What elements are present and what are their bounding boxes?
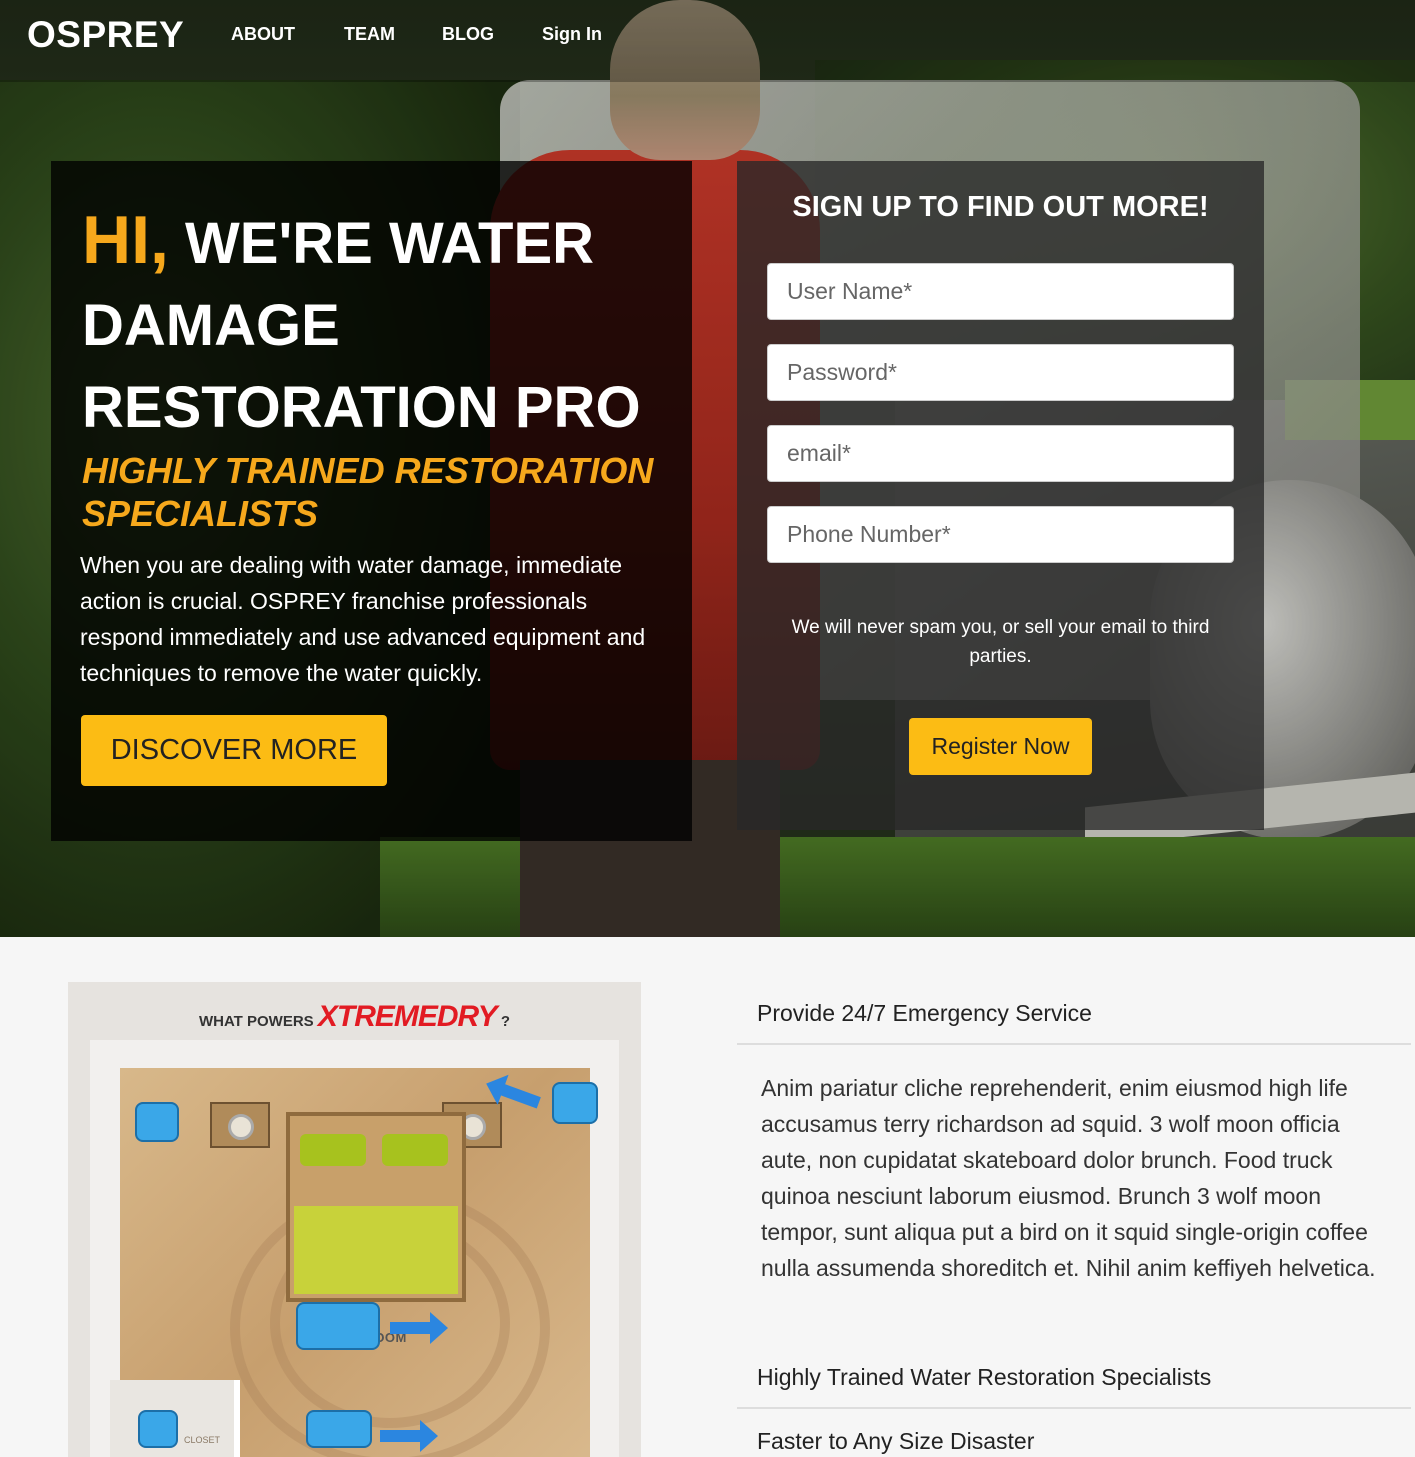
signup-form-card: SIGN UP TO FIND OUT MORE! We will never … bbox=[737, 161, 1264, 830]
nav-link-team[interactable]: TEAM bbox=[344, 24, 395, 45]
nav-link-about[interactable]: ABOUT bbox=[231, 24, 295, 45]
accordion-panel-body: Anim pariatur cliche reprehenderit, enim… bbox=[761, 1075, 1376, 1281]
hero-body: When you are dealing with water damage, … bbox=[80, 552, 646, 686]
hero-subtitle: HIGHLY TRAINED RESTORATION SPECIALISTS bbox=[82, 450, 654, 534]
password-input[interactable] bbox=[767, 344, 1234, 401]
phone-input[interactable] bbox=[767, 506, 1234, 563]
privacy-note: We will never spam you, or sell your ema… bbox=[791, 617, 1210, 667]
airflow-arrow-icon bbox=[390, 1312, 448, 1344]
accordion-item-specialists[interactable]: Highly Trained Water Restoration Special… bbox=[737, 1355, 1411, 1409]
pillow bbox=[300, 1134, 366, 1166]
bed-sheet bbox=[294, 1206, 458, 1294]
accordion-title: Highly Trained Water Restoration Special… bbox=[757, 1364, 1212, 1390]
hero-title: HI, WE'RE WATER DAMAGE RESTORATION PRO bbox=[82, 199, 682, 449]
nav-link-sign-in[interactable]: Sign In bbox=[542, 24, 602, 45]
air-mover-icon bbox=[552, 1082, 598, 1124]
room-walls: HOTEL ROOM CLOSET bbox=[90, 1040, 619, 1457]
air-mover-icon bbox=[135, 1102, 179, 1142]
accordion-item-disaster[interactable]: Faster to Any Size Disaster bbox=[737, 1418, 1411, 1457]
signup-title: SIGN UP TO FIND OUT MORE! bbox=[792, 191, 1209, 223]
accordion-title: Faster to Any Size Disaster bbox=[757, 1428, 1035, 1454]
hero-title-hi: HI, bbox=[82, 202, 169, 278]
accordion-title: Provide 24/7 Emergency Service bbox=[757, 1000, 1092, 1026]
closet-label: CLOSET bbox=[184, 1435, 221, 1445]
discover-more-button[interactable]: DISCOVER MORE bbox=[81, 715, 387, 786]
email-input[interactable] bbox=[767, 425, 1234, 482]
air-mover-icon bbox=[138, 1410, 178, 1448]
diagram-caption-prefix: WHAT POWERS bbox=[198, 1013, 314, 1030]
dehumidifier-icon bbox=[296, 1302, 380, 1350]
xtremedry-logo: XTREMEDRY bbox=[317, 1000, 498, 1033]
nightstand-left bbox=[210, 1102, 270, 1148]
airflow-arrow-icon bbox=[380, 1420, 438, 1452]
username-input[interactable] bbox=[767, 263, 1234, 320]
xtremedry-room-diagram: WHAT POWERS XTREMEDRY ? HOTEL ROOM CLOSE… bbox=[68, 982, 641, 1457]
air-mover-icon bbox=[306, 1410, 372, 1448]
pillow bbox=[382, 1134, 448, 1166]
diagram-caption: WHAT POWERS XTREMEDRY ? bbox=[68, 1000, 641, 1034]
diagram-caption-suffix: ? bbox=[500, 1013, 511, 1030]
top-navigation: OSPREY ABOUT TEAM BLOG Sign In bbox=[0, 0, 1415, 82]
site-logo[interactable]: OSPREY bbox=[27, 14, 184, 56]
accordion-item-emergency[interactable]: Provide 24/7 Emergency Service bbox=[737, 992, 1411, 1045]
nav-link-blog[interactable]: BLOG bbox=[442, 24, 494, 45]
register-now-button[interactable]: Register Now bbox=[909, 718, 1092, 775]
intro-card: HI, WE'RE WATER DAMAGE RESTORATION PRO H… bbox=[51, 161, 692, 841]
bed bbox=[286, 1112, 466, 1302]
lamp-icon bbox=[228, 1114, 254, 1140]
